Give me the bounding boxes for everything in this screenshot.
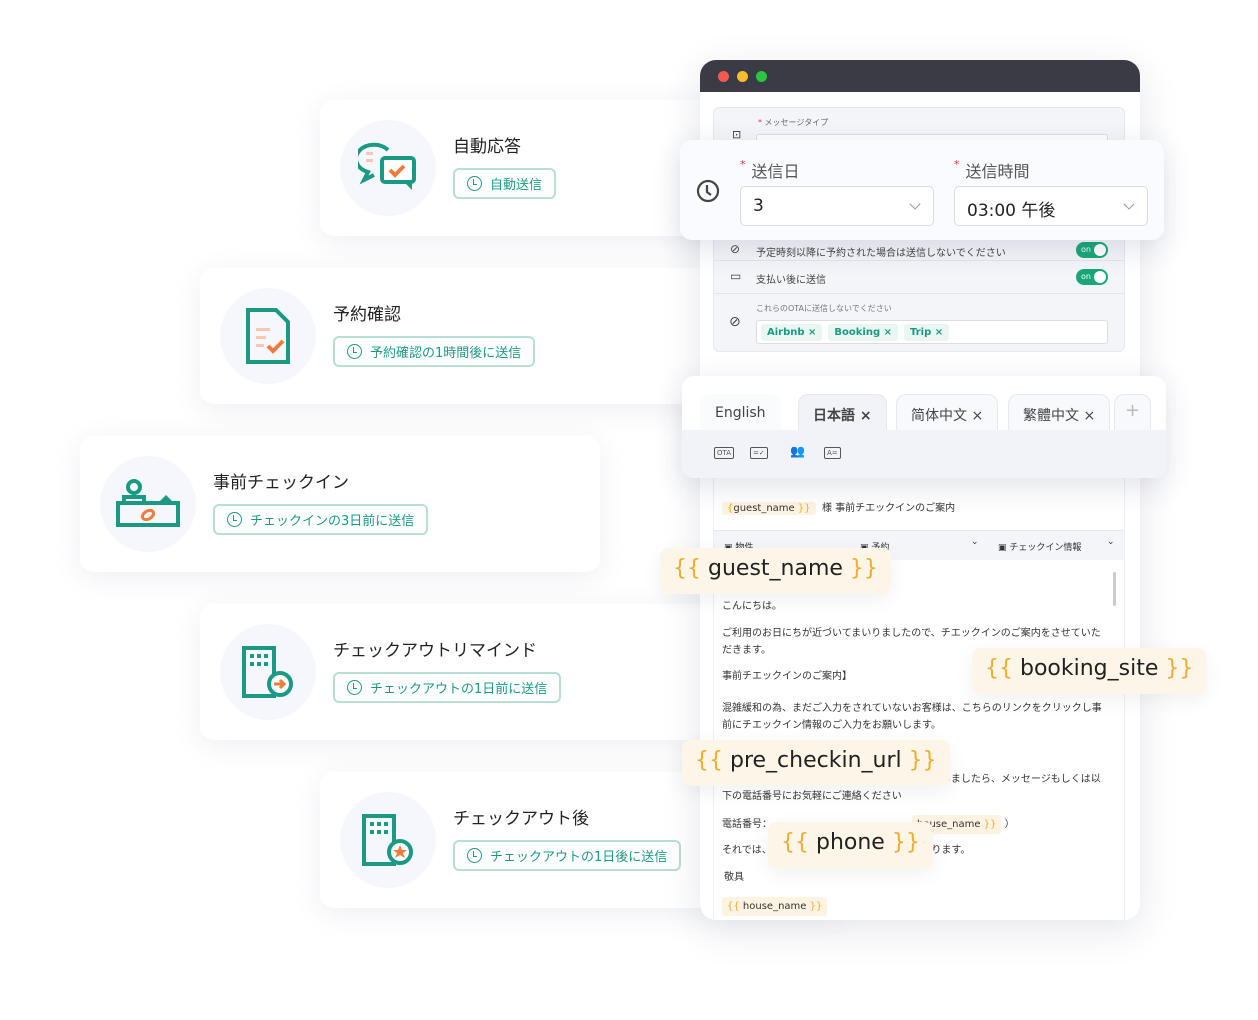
card-checkout-reminder[interactable]: チェックアウトリマインド チェックアウトの1日前に送信 [200, 604, 720, 740]
chevron-down-icon [1123, 198, 1135, 210]
scrollbar[interactable] [1113, 572, 1116, 606]
building-star-icon [340, 792, 436, 888]
schedule-popup: * 送信日 3 * 送信時間 03:00 午後 [680, 140, 1164, 240]
checklist-icon[interactable]: =✓ [750, 447, 768, 459]
schedule-badge[interactable]: チェックアウトの1日後に送信 [453, 840, 682, 871]
send-day-select[interactable]: 3 [740, 186, 934, 226]
no-send-after-label: 予定時刻以降に予約された場合は送信しないでください [756, 248, 1006, 259]
body-line: こんにちは。 [722, 601, 782, 612]
message-type-label: * メッセージタイプ [758, 118, 829, 127]
variable-chip-phone: {{ phone }} [768, 822, 933, 868]
building-arrow-icon [220, 624, 316, 720]
variable-chip-booking-site: {{ booking_site }} [972, 648, 1207, 694]
ota-tag-booking[interactable]: Booking × [828, 324, 898, 341]
chevron-down-icon: ⌄ [971, 537, 979, 547]
dropdown-checkin-info[interactable]: ▣ チェックイン情報 [998, 540, 1081, 553]
clock-icon [227, 512, 242, 527]
variable-chip-pre-checkin-url: {{ pre_checkin_url }} [682, 740, 950, 786]
ban-icon: ⊘ [729, 314, 741, 330]
exclude-ota-label: これらのOTAに送信しないでください [756, 304, 892, 313]
add-language-button[interactable]: + [1114, 394, 1152, 430]
id-card-icon[interactable]: A= [824, 447, 841, 459]
document-check-icon [220, 288, 316, 384]
badge-label: チェックアウトの1日後に送信 [490, 850, 668, 865]
badge-label: チェックアウトの1日前に送信 [370, 682, 548, 697]
tab-simplified-chinese[interactable]: 简体中文 × [896, 394, 999, 430]
card-booking-confirm[interactable]: 予約確認 予約確認の1時間後に送信 [200, 268, 720, 404]
card-title: 自動応答 [453, 137, 521, 157]
card-icon: ▭ [730, 269, 742, 283]
badge-label: 予約確認の1時間後に送信 [370, 346, 522, 361]
clock-icon [696, 179, 720, 203]
body-line: 混雑緩和の為、まだご入力をされていないお客様は、こちらのリンクをクリックし事前に… [722, 703, 1102, 731]
no-send-after-toggle[interactable]: on [1076, 242, 1108, 258]
variable-guest-name: {guest_name }} [722, 502, 816, 515]
badge-label: チェックインの3日前に送信 [250, 514, 415, 529]
card-title: 事前チェックイン [213, 473, 349, 493]
chat-check-icon [340, 120, 436, 216]
variable-chip-guest-name: {{ guest_name }} [660, 548, 891, 594]
ota-tag-airbnb[interactable]: Airbnb × [761, 324, 823, 341]
chevron-down-icon [909, 198, 921, 210]
schedule-badge[interactable]: 自動送信 [453, 168, 557, 199]
ota-tag-trip[interactable]: Trip × [903, 324, 950, 341]
language-tabs-popup: English 日本語 × 简体中文 × 繁體中文 × + OTA =✓ 👥 A… [682, 376, 1166, 478]
guests-icon[interactable]: 👥 [788, 443, 807, 459]
badge-label: 自動送信 [490, 178, 543, 193]
tab-traditional-chinese[interactable]: 繁體中文 × [1008, 394, 1111, 430]
tab-english[interactable]: English [700, 394, 781, 430]
title-bar [700, 60, 1140, 92]
card-title: チェックアウト後 [453, 809, 589, 829]
tab-japanese[interactable]: 日本語 × [798, 394, 887, 430]
reception-desk-icon [100, 456, 196, 552]
send-after-payment-label: 支払い後に送信 [756, 275, 826, 286]
clock-icon [347, 344, 362, 359]
schedule-badge[interactable]: チェックアウトの1日前に送信 [333, 672, 562, 703]
maximize-window-button[interactable] [756, 70, 767, 82]
ota-tag-input[interactable]: Airbnb × Booking × Trip × [756, 320, 1108, 344]
signature: {{ house_name }} [722, 897, 1107, 916]
close-window-button[interactable] [718, 70, 729, 82]
card-title: チェックアウトリマインド [333, 641, 537, 661]
schedule-badge[interactable]: 予約確認の1時間後に送信 [333, 336, 536, 367]
send-time-label: * 送信時間 [954, 158, 1030, 181]
minimize-window-button[interactable] [737, 70, 748, 82]
ota-icon[interactable]: OTA [714, 447, 735, 459]
chevron-down-icon: ⌄ [1107, 537, 1115, 547]
clock-icon [347, 680, 362, 695]
card-title: 予約確認 [333, 305, 401, 325]
email-subject[interactable]: {guest_name }} 様 事前チエックインのご案内 [722, 499, 955, 515]
card-pre-checkin[interactable]: 事前チェックイン チェックインの3日前に送信 [80, 436, 600, 572]
send-day-label: * 送信日 [740, 158, 800, 181]
send-after-payment-toggle[interactable]: on [1076, 269, 1108, 285]
clock-icon [467, 176, 482, 191]
regards: 敬具 [724, 872, 744, 883]
schedule-badge[interactable]: チェックインの3日前に送信 [213, 504, 429, 535]
clock-icon [467, 848, 482, 863]
send-time-select[interactable]: 03:00 午後 [954, 186, 1148, 226]
ban-icon: ⊘ [730, 242, 741, 256]
